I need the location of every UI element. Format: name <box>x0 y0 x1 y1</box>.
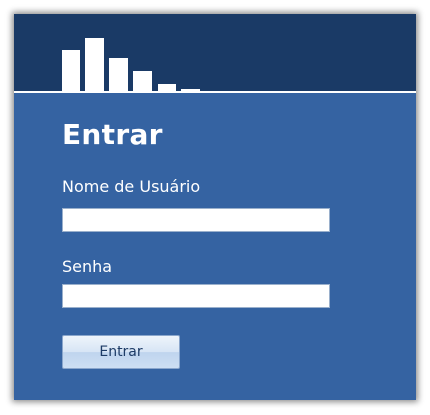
username-label: Nome de Usuário <box>62 177 201 196</box>
username-input[interactable] <box>62 208 330 232</box>
logo-bar <box>133 71 152 91</box>
password-input[interactable] <box>62 284 330 308</box>
logo-bar <box>109 58 128 91</box>
page-title: Entrar <box>62 118 163 151</box>
bar-chart-logo-icon <box>60 14 210 91</box>
submit-button[interactable]: Entrar <box>62 335 180 369</box>
logo-bar <box>62 50 80 91</box>
header-banner <box>14 14 416 91</box>
header-divider <box>14 91 416 93</box>
password-label: Senha <box>62 257 113 276</box>
logo-bar <box>85 38 104 91</box>
login-window: Entrar Nome de Usuário Senha Entrar <box>14 14 416 400</box>
logo-bar <box>158 84 176 91</box>
